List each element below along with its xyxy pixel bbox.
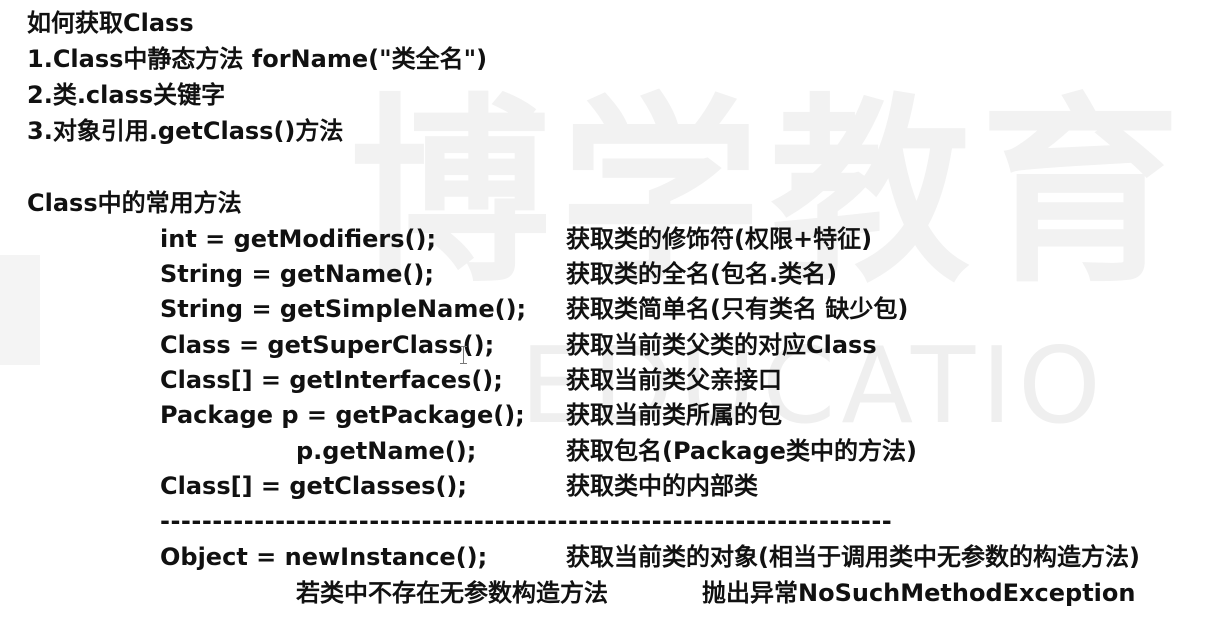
method-getinterfaces: Class[] = getInterfaces(); bbox=[160, 366, 503, 394]
desc-getinterfaces: 获取当前类父亲接口 bbox=[566, 366, 782, 394]
heading-common-methods: Class中的常用方法 bbox=[27, 189, 242, 217]
desc-newinstance: 获取当前类的对象(相当于调用类中无参数的构造方法) bbox=[566, 543, 1140, 571]
desc-getname: 获取类的全名(包名.类名) bbox=[566, 260, 838, 288]
way-class-keyword: 2.类.class关键字 bbox=[27, 81, 226, 109]
way-forname: 1.Class中静态方法 forName("类全名") bbox=[27, 45, 488, 73]
desc-getsimplename: 获取类简单名(只有类名 缺少包) bbox=[566, 295, 909, 323]
note-exception: 抛出异常NoSuchMethodException bbox=[702, 579, 1136, 607]
method-getname: String = getName(); bbox=[160, 260, 434, 288]
method-package-getname: p.getName(); bbox=[296, 437, 477, 465]
method-getclasses: Class[] = getClasses(); bbox=[160, 472, 467, 500]
divider-line: ----------------------------------------… bbox=[160, 507, 893, 535]
desc-getclasses: 获取类中的内部类 bbox=[566, 472, 758, 500]
heading-get-class: 如何获取Class bbox=[27, 9, 194, 37]
desc-getsuperclass: 获取当前类父类的对应Class bbox=[566, 331, 877, 359]
desc-getmodifiers: 获取类的修饰符(权限+特征) bbox=[566, 225, 873, 253]
note-no-arg-constructor: 若类中不存在无参数构造方法 bbox=[296, 579, 608, 607]
watermark-block bbox=[0, 255, 40, 365]
method-getpackage: Package p = getPackage(); bbox=[160, 401, 525, 429]
method-getsuperclass: Class = getSuperClass(); bbox=[160, 331, 495, 359]
method-getsimplename: String = getSimpleName(); bbox=[160, 295, 527, 323]
text-cursor-icon bbox=[460, 346, 467, 364]
method-getmodifiers: int = getModifiers(); bbox=[160, 225, 437, 253]
desc-getpackage: 获取当前类所属的包 bbox=[566, 401, 782, 429]
way-getclass: 3.对象引用.getClass()方法 bbox=[27, 117, 344, 145]
desc-package-getname: 获取包名(Package类中的方法) bbox=[566, 437, 917, 465]
method-newinstance: Object = newInstance(); bbox=[160, 543, 488, 571]
